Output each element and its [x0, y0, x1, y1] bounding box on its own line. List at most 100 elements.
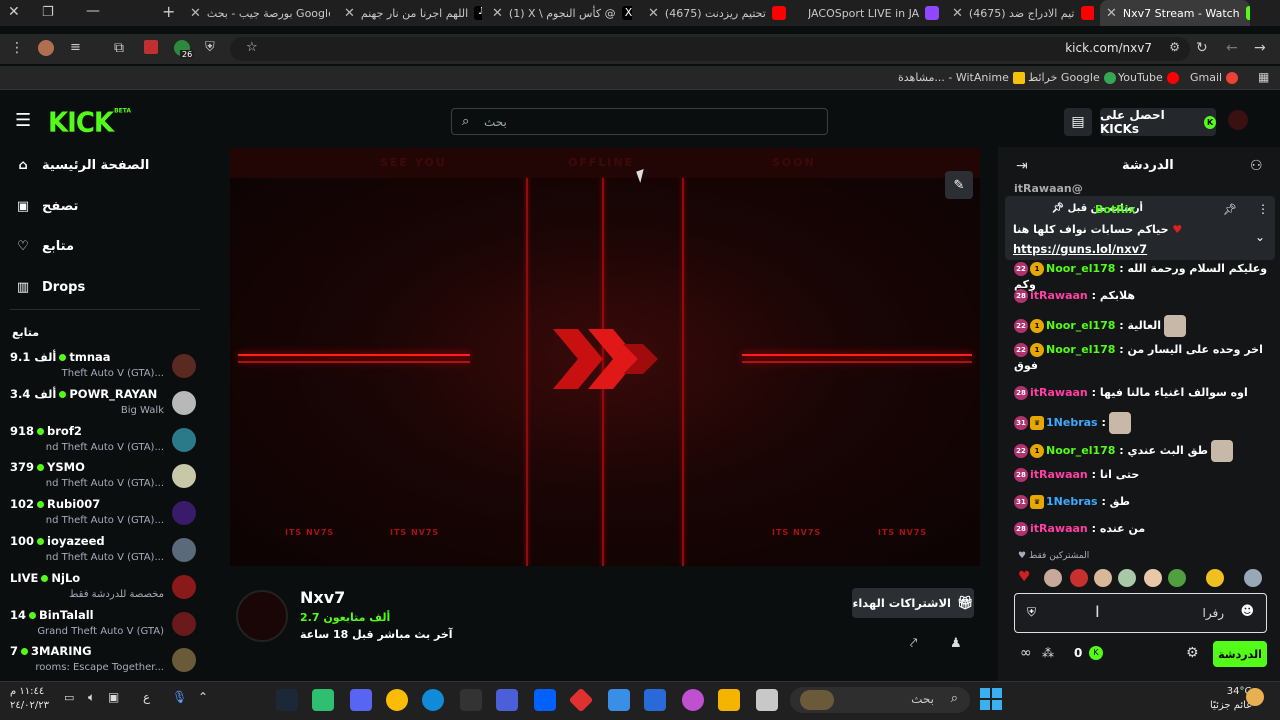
emote-icon[interactable]: [1044, 569, 1062, 587]
store-icon[interactable]: [644, 689, 666, 711]
nav-browse[interactable]: ▣ تصفح: [16, 199, 79, 214]
video-player[interactable]: SEE YOU OFFLINE SOON ITS NV7S ITS NV7S I…: [230, 148, 980, 566]
taskbar-search[interactable]: بحث ⌕: [790, 687, 970, 713]
file-explorer-icon[interactable]: [718, 689, 740, 711]
microphone-icon[interactable]: 🎙︎: [172, 690, 187, 704]
search-input[interactable]: ⌕ بحث: [451, 108, 828, 135]
emote-icon[interactable]: [1144, 569, 1162, 587]
following-item[interactable]: 100 ioyazeed nd Theft Auto V (GTA)...: [10, 534, 200, 571]
volume-icon[interactable]: 🔈︎: [88, 690, 95, 705]
close-tab-icon[interactable]: ✕: [190, 6, 201, 21]
chat-username[interactable]: Noor_el178: [1046, 444, 1115, 457]
pinned-user[interactable]: BotRix: [1095, 203, 1136, 216]
nav-drops[interactable]: ▥ Drops: [16, 280, 85, 295]
extension-icon[interactable]: [144, 40, 158, 54]
pin-icon[interactable]: 📌︎: [1223, 203, 1237, 216]
bookmark-witanime[interactable]: مشاهدة... - WitAnime: [898, 71, 1025, 84]
chat-username[interactable]: Noor_el178: [1046, 319, 1115, 332]
emote-icon[interactable]: [1094, 569, 1112, 587]
chat-username[interactable]: itRawaan: [1030, 468, 1088, 481]
follow-user-icon[interactable]: ♟: [950, 636, 962, 651]
minimize-icon[interactable]: —: [86, 3, 100, 19]
shield-icon[interactable]: ⛨: [1027, 605, 1036, 620]
tab-twitch[interactable]: JACOSport LIVE in JA: [808, 0, 942, 26]
chat-message[interactable]: 28 itRawaan : من عنده: [1014, 521, 1269, 537]
bookmark-gmail[interactable]: Gmail: [1190, 71, 1239, 84]
close-window-icon[interactable]: ✕: [8, 4, 20, 20]
close-tab-icon[interactable]: ✕: [952, 6, 963, 21]
steam-icon[interactable]: [276, 689, 298, 711]
chat-username[interactable]: Noor_el178: [1046, 343, 1115, 356]
chat-username[interactable]: itRawaan: [1030, 289, 1088, 302]
chat-message[interactable]: 28 itRawaan : هلابكم: [1014, 288, 1269, 304]
pinned-link[interactable]: https://guns.lol/nxv7: [1013, 242, 1147, 256]
edge-icon[interactable]: [422, 689, 444, 711]
chat-username[interactable]: itRawaan: [1030, 522, 1088, 535]
edit-pencil-button[interactable]: ✎: [945, 171, 973, 199]
following-item[interactable]: 102 Rubi007 nd Theft Auto V (GTA)...: [10, 497, 200, 534]
send-chat-button[interactable]: الدردشة: [1213, 641, 1267, 667]
chat-message[interactable]: 22 1 Noor_el178 : العالية: [1014, 315, 1269, 337]
chat-username[interactable]: itRawaan: [1030, 386, 1088, 399]
window-app-icon[interactable]: [756, 689, 778, 711]
reload-icon[interactable]: ↻: [1196, 40, 1208, 56]
get-kicks-button[interactable]: احصل على KICKs K: [1100, 108, 1216, 136]
tab-youtube-1[interactable]: ✕ (4675) تحتيم ريزدنت: [648, 0, 798, 26]
emote-icon[interactable]: [1168, 569, 1186, 587]
chat-message[interactable]: 28 itRawaan : حتى انا: [1014, 467, 1269, 483]
windows-start-icon[interactable]: [980, 688, 1002, 710]
nav-home[interactable]: ⌂ الصفحة الرئيسية: [16, 158, 149, 173]
chat-input[interactable]: ⛨ Ⅰ رفرا ☻: [1014, 593, 1267, 633]
menu-dots-icon[interactable]: ⋮: [10, 40, 24, 56]
more-options-icon[interactable]: ⋮: [1257, 202, 1269, 216]
chat-username[interactable]: 1Nebras: [1046, 495, 1098, 508]
site-settings-icon[interactable]: ⚙: [1169, 40, 1180, 54]
window-restore-icon[interactable]: ❐: [42, 5, 54, 20]
emote-icon[interactable]: [1118, 569, 1136, 587]
language-indicator[interactable]: ع: [143, 690, 150, 704]
extensions-icon[interactable]: ⧉: [114, 40, 124, 56]
share-icon[interactable]: ⤤: [910, 636, 917, 651]
channel-avatar[interactable]: [236, 590, 288, 642]
close-tab-icon[interactable]: ✕: [344, 6, 355, 21]
chat-username[interactable]: Noor_el178: [1046, 262, 1115, 275]
gift-subs-button[interactable]: الاشتراكات الهداء 🎁︎: [852, 588, 974, 618]
bookmark-youtube[interactable]: YouTube: [1118, 71, 1179, 84]
epic-games-icon[interactable]: [460, 689, 482, 711]
nav-following[interactable]: ♡ متابع: [16, 239, 74, 254]
chat-message[interactable]: 31 ♛ 1Nebras :: [1014, 412, 1269, 434]
following-item[interactable]: 918 brof2 nd Theft Auto V (GTA)...: [10, 424, 200, 461]
profile-avatar[interactable]: [38, 40, 54, 56]
dropbox-icon[interactable]: [534, 689, 556, 711]
collapse-chat-icon[interactable]: ⇥: [1016, 158, 1028, 174]
following-item[interactable]: 379 YSMO nd Theft Auto V (GTA)...: [10, 460, 200, 497]
tab-kick-active[interactable]: ✕ Nxv7 Stream - Watch: [1100, 0, 1250, 26]
copilot-icon[interactable]: [682, 689, 704, 711]
bookmark-maps[interactable]: خرائط Google: [1028, 71, 1116, 84]
battery-icon[interactable]: ▭: [64, 691, 74, 704]
tab-x[interactable]: ✕ (1) X \ كأس النجوم @ X: [492, 0, 632, 26]
chat-message[interactable]: 22 1 Noor_el178 : طق البث عندي: [1014, 440, 1269, 462]
back-icon[interactable]: →: [1254, 40, 1266, 56]
media-control-icon[interactable]: ≡: [70, 40, 81, 55]
show-hidden-icons-icon[interactable]: ⌃: [198, 690, 208, 704]
teams-icon[interactable]: [496, 689, 518, 711]
star-icon[interactable]: ☆: [246, 40, 258, 55]
network-icon[interactable]: ▣: [108, 690, 119, 704]
emote-icon[interactable]: [1244, 569, 1262, 587]
cool-emote-icon[interactable]: [1206, 569, 1224, 587]
gift-dots-icon[interactable]: ⁂: [1042, 646, 1054, 660]
chat-username[interactable]: 1Nebras: [1046, 416, 1098, 429]
tab-tiktok[interactable]: ✕ اللهم اجرنا من نار جهنم ♪: [344, 0, 482, 26]
tab-google-search[interactable]: ✕ بورصة جيب - بحث Google: [190, 0, 330, 26]
following-item[interactable]: 9.1 ألف tmnaa Theft Auto V (GTA)...: [10, 350, 200, 387]
following-item[interactable]: 7 3MARING rooms: Escape Together...: [10, 644, 200, 681]
following-item[interactable]: 14 BinTalall Grand Theft Auto V (GTA): [10, 608, 200, 645]
chat-message[interactable]: 22 1 Noor_el178 : اخر وحده على اليسار من ف…: [1014, 342, 1269, 374]
clock[interactable]: ١١:٤٤ م ٢٤/٠٢/٢٣: [10, 685, 49, 713]
channel-name[interactable]: Nxv7: [300, 588, 345, 607]
tab-youtube-2[interactable]: ✕ (4675) تيم الادراج ضد: [952, 0, 1094, 26]
chrome-icon[interactable]: [386, 689, 408, 711]
chat-message[interactable]: 28 itRawaan : اوه سوالف اغنياء مالنا فيها: [1014, 385, 1269, 401]
shield-icon[interactable]: ⛨: [205, 40, 215, 55]
